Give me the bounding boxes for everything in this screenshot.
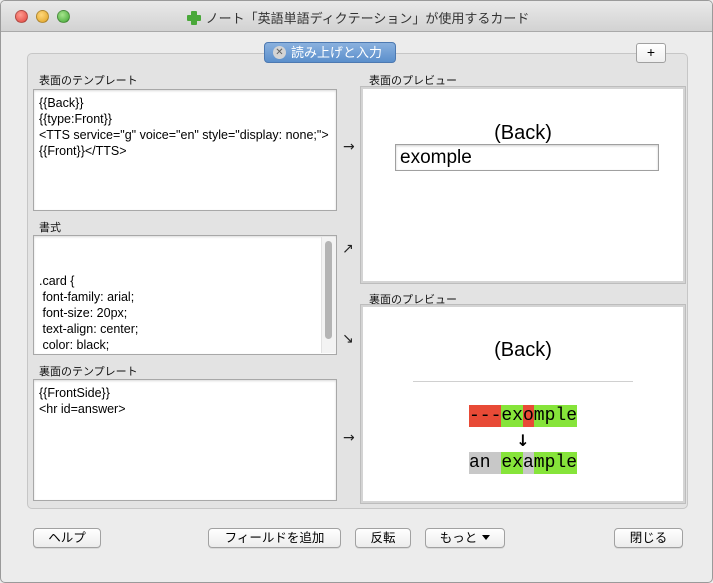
code-line: <hr id=answer> xyxy=(39,402,126,416)
chevron-down-icon xyxy=(482,535,491,540)
tab-label: 読み上げと入力 xyxy=(291,45,383,60)
typed-answer-input[interactable]: exomple xyxy=(395,144,659,171)
back-arrow-icon: → xyxy=(343,430,355,446)
close-icon[interactable]: ✕ xyxy=(273,46,286,59)
front-arrow-icon: → xyxy=(343,139,355,155)
diff-segment-miss: an xyxy=(468,452,502,474)
code-line: color: black; xyxy=(39,338,110,352)
diff-segment-bad: --- xyxy=(468,405,502,427)
diff-segment-good: mple xyxy=(533,405,578,427)
diff-segment-bad: o xyxy=(522,405,534,427)
front-preview-label: 表面のプレビュー xyxy=(369,75,457,87)
style-up-arrow-icon: ↗ xyxy=(342,241,354,257)
typed-comparison: ---exomple xyxy=(363,405,683,427)
code-line: font-family: arial; xyxy=(39,290,135,304)
back-template-label: 裏面のテンプレート xyxy=(39,366,138,378)
diff-segment-miss: a xyxy=(522,452,534,474)
window-title: ノート「英語単語ディクテーション」が使用するカード xyxy=(205,11,530,26)
scrollbar-thumb[interactable] xyxy=(325,241,332,339)
back-preview-pane: (Back) ---exomple ↓ an example xyxy=(361,305,685,503)
tab-card-type[interactable]: ✕ 読み上げと入力 xyxy=(264,42,396,63)
code-line: background-color: white; xyxy=(39,353,316,354)
front-template-label: 表面のテンプレート xyxy=(39,75,138,87)
styling-scrollbar[interactable] xyxy=(321,237,335,353)
comparison-arrow-icon: ↓ xyxy=(516,431,530,450)
window-title-wrap: ノート「英語単語ディクテーション」が使用するカード xyxy=(1,8,712,27)
help-button[interactable]: ヘルプ xyxy=(33,528,101,548)
diff-segment-good: ex xyxy=(501,452,523,474)
code-line: font-size: 20px; xyxy=(39,306,128,320)
add-card-type-button[interactable]: + xyxy=(636,43,666,63)
code-line: {{type:Front}} xyxy=(39,112,112,126)
card-types-window: ノート「英語単語ディクテーション」が使用するカード ✕ 読み上げと入力 + 表面… xyxy=(0,0,713,583)
front-template-editor[interactable]: {{Back}} {{type:Front}} <TTS service="g" v… xyxy=(33,89,337,211)
diff-segment-good: mple xyxy=(533,452,578,474)
code-line: .card { xyxy=(39,274,75,288)
front-preview-title: (Back) xyxy=(494,122,552,144)
code-line: {{Back}} xyxy=(39,96,84,110)
front-preview-pane: (Back) exomple xyxy=(361,87,685,283)
code-line: <TTS service="g" voice="en" style="displ… xyxy=(39,128,329,158)
add-field-button[interactable]: フィールドを追加 xyxy=(208,528,341,548)
diff-segment-good: ex xyxy=(501,405,523,427)
close-button[interactable]: 閉じる xyxy=(614,528,683,548)
answer-divider xyxy=(413,381,633,382)
code-line: {{FrontSide}} xyxy=(39,386,110,400)
code-line: text-align: center; xyxy=(39,322,139,336)
title-bar: ノート「英語単語ディクテーション」が使用するカード xyxy=(1,1,712,32)
back-preview-title: (Back) xyxy=(494,339,552,361)
styling-editor[interactable]: .card { font-family: arial; font-size: 2… xyxy=(33,235,337,355)
styling-label: 書式 xyxy=(39,222,61,234)
more-button[interactable]: もっと xyxy=(425,528,505,548)
more-button-label: もっと xyxy=(439,531,478,545)
correct-comparison: an example xyxy=(363,452,683,474)
back-template-editor[interactable]: {{FrontSide}} <hr id=answer> xyxy=(33,379,337,501)
style-down-arrow-icon: ↘ xyxy=(342,331,354,347)
flip-button[interactable]: 反転 xyxy=(355,528,411,548)
plus-cross-icon xyxy=(186,10,202,26)
